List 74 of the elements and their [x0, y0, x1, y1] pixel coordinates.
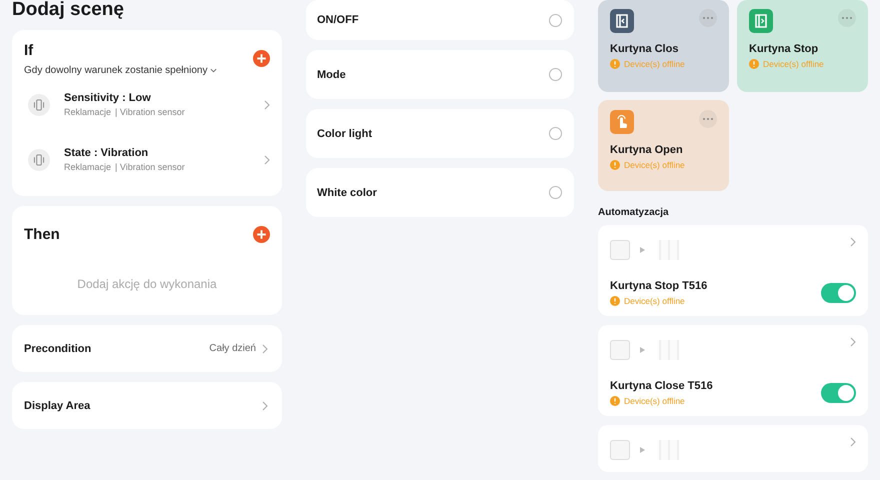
automation-name: Kurtyna Close T516	[610, 380, 713, 392]
chevron-icon	[264, 100, 270, 110]
chevron-icon	[264, 154, 270, 164]
chevron-icon	[850, 237, 856, 247]
scene-card[interactable]: Kurtyna Clos Device(s) offline	[598, 0, 729, 92]
scene-name: Kurtyna Clos	[610, 43, 680, 55]
automation-name: Kurtyna Stop T516	[610, 280, 708, 292]
option-label: White color	[317, 186, 377, 198]
status-text: Device(s) offline	[763, 59, 824, 69]
vibration-icon	[28, 94, 50, 116]
device-placeholder-icon	[610, 240, 630, 260]
room-name: Reklamacje	[64, 162, 112, 172]
chevron-icon	[262, 344, 268, 354]
scene-card[interactable]: Kurtyna Open Device(s) offline	[598, 100, 729, 191]
condition-row[interactable]: State : Vibration Reklamacje | Vibration sensor	[24, 133, 270, 186]
status-text: Device(s) offline	[624, 296, 685, 306]
add-icon[interactable]	[253, 226, 270, 243]
device-placeholder-icon	[610, 440, 630, 460]
option-label: Mode	[317, 68, 346, 80]
condition-row[interactable]: Sensitivity : Low Reklamacje | Vibration sensor	[24, 78, 270, 131]
setting-row[interactable]: Display Area	[12, 382, 282, 429]
room-name: Reklamacje	[64, 107, 112, 117]
condition-mode-dropdown[interactable]: Gdy dowolny warunek zostanie spełniony	[24, 65, 218, 76]
condition-name: Sensitivity : Low	[64, 92, 152, 104]
more-icon[interactable]	[699, 9, 717, 27]
page-title: Dodaj scenę	[12, 0, 125, 20]
chevron-icon	[850, 437, 856, 447]
chevron-icon	[262, 400, 268, 410]
automation-card[interactable]: Kurtyna Close T516 Device(s) offline	[598, 325, 868, 416]
radio-button[interactable]	[549, 127, 562, 140]
status-text: Device(s) offline	[624, 396, 685, 406]
radio-button[interactable]	[549, 186, 562, 199]
setting-row[interactable]: Precondition Cały dzień	[12, 325, 282, 372]
radio-button[interactable]	[549, 68, 562, 81]
condition-name: State : Vibration	[64, 147, 150, 159]
warning-icon	[610, 296, 620, 306]
status-text: Device(s) offline	[624, 160, 685, 170]
warning-icon	[749, 59, 759, 69]
setting-label: Display Area	[24, 400, 90, 412]
scene-name: Kurtyna Stop	[749, 43, 820, 55]
card-title: Then	[24, 226, 60, 243]
option-label: ON/OFF	[317, 14, 359, 26]
warning-icon	[610, 59, 620, 69]
toggle-switch[interactable]	[821, 383, 856, 403]
device-placeholder-icon	[610, 340, 630, 360]
toggle-switch[interactable]	[821, 283, 856, 303]
empty-hint: Dodaj akcję do wykonania	[76, 277, 218, 291]
vibration-icon	[28, 148, 50, 170]
caret-icon	[210, 68, 218, 73]
scene-card[interactable]: Kurtyna Stop Device(s) offline	[737, 0, 868, 92]
play-icon	[640, 446, 645, 452]
function-option[interactable]: Color light	[306, 109, 574, 158]
device-name: | Vibration sensor	[115, 162, 185, 172]
warning-icon	[610, 160, 620, 170]
function-option[interactable]: White color	[306, 168, 574, 217]
setting-label: Precondition	[24, 342, 92, 354]
more-icon[interactable]	[838, 9, 856, 27]
scene-name: Kurtyna Open	[610, 144, 684, 156]
automation-card[interactable]: Kurtyna Stop T516 Device(s) offline	[598, 225, 868, 316]
play-icon	[640, 246, 645, 252]
device-name: | Vibration sensor	[115, 107, 185, 117]
status-text: Device(s) offline	[624, 59, 685, 69]
more-icon[interactable]	[699, 110, 717, 128]
setting-value: Cały dzień	[209, 343, 256, 354]
card-title: If	[24, 42, 34, 59]
function-option[interactable]: Mode	[306, 50, 574, 99]
warning-icon	[610, 396, 620, 406]
function-option[interactable]: ON/OFF	[306, 0, 574, 40]
option-label: Color light	[317, 128, 372, 140]
add-icon[interactable]	[253, 50, 270, 67]
radio-button[interactable]	[549, 14, 562, 26]
section-heading: Automatyzacja	[598, 207, 670, 218]
play-icon	[640, 346, 645, 352]
chevron-icon	[850, 337, 856, 347]
